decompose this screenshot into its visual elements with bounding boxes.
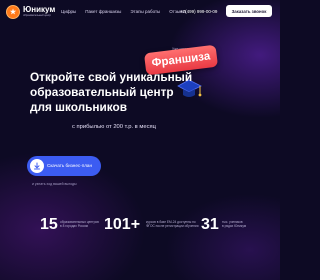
brand-name: Юникум <box>23 5 56 15</box>
hero-heading-line: образовательный центр <box>30 85 174 99</box>
request-call-button[interactable]: Заказать звонок <box>226 5 272 17</box>
phone-link[interactable]: +7(499) 999-00-09 <box>180 9 217 14</box>
stat-description: курсов в базе ЕМ-24 доступны по ФГОС пос… <box>146 220 198 229</box>
cta-note: и узнать ход вашей выгоды <box>32 182 77 186</box>
stat-description: образовательных центров в 8 городах Росс… <box>60 220 99 229</box>
stat-number: 31 <box>201 216 219 233</box>
nav-item-work-stages[interactable]: Этапы работы <box>130 9 160 14</box>
download-icon <box>30 159 44 173</box>
landing-page: ★ Юникум образовательный центр Цифры Пак… <box>0 0 280 280</box>
stat-number: 15 <box>40 216 58 233</box>
stat-text-line: ФГОС после регистрации обучения <box>146 224 199 229</box>
stat-description: тыс. учеников в рядах Юникум <box>222 220 246 229</box>
nav-item-numbers[interactable]: Цифры <box>61 9 76 14</box>
hero-heading: Откройте свой уникальный образовательный… <box>30 70 193 115</box>
hero-subheading: с прибылью от 200 т.р. в месяц <box>72 124 156 130</box>
hero-heading-line: Откройте свой уникальный <box>30 70 193 84</box>
stat-text-line: в 8 городах России <box>60 224 89 229</box>
stat-number: 101+ <box>104 216 141 233</box>
brand-logo[interactable]: ★ Юникум образовательный центр <box>6 5 55 19</box>
download-business-plan-button[interactable]: Скачать бизнес-план <box>27 156 101 176</box>
logo-text: Юникум образовательный центр <box>23 6 55 18</box>
stat-text-line: в рядах Юникум <box>222 224 247 229</box>
main-nav: Цифры Пакет франшизы Этапы работы Отзывы <box>61 9 195 14</box>
logo-badge-icon: ★ <box>6 5 20 19</box>
site-header: ★ Юникум образовательный центр Цифры Пак… <box>0 0 280 25</box>
cta-label: Скачать бизнес-план <box>47 163 92 168</box>
nav-item-franchise-package[interactable]: Пакет франшизы <box>85 9 121 14</box>
hero-heading-line: для школьников <box>30 100 127 114</box>
brand-tagline: образовательный центр <box>23 14 51 18</box>
